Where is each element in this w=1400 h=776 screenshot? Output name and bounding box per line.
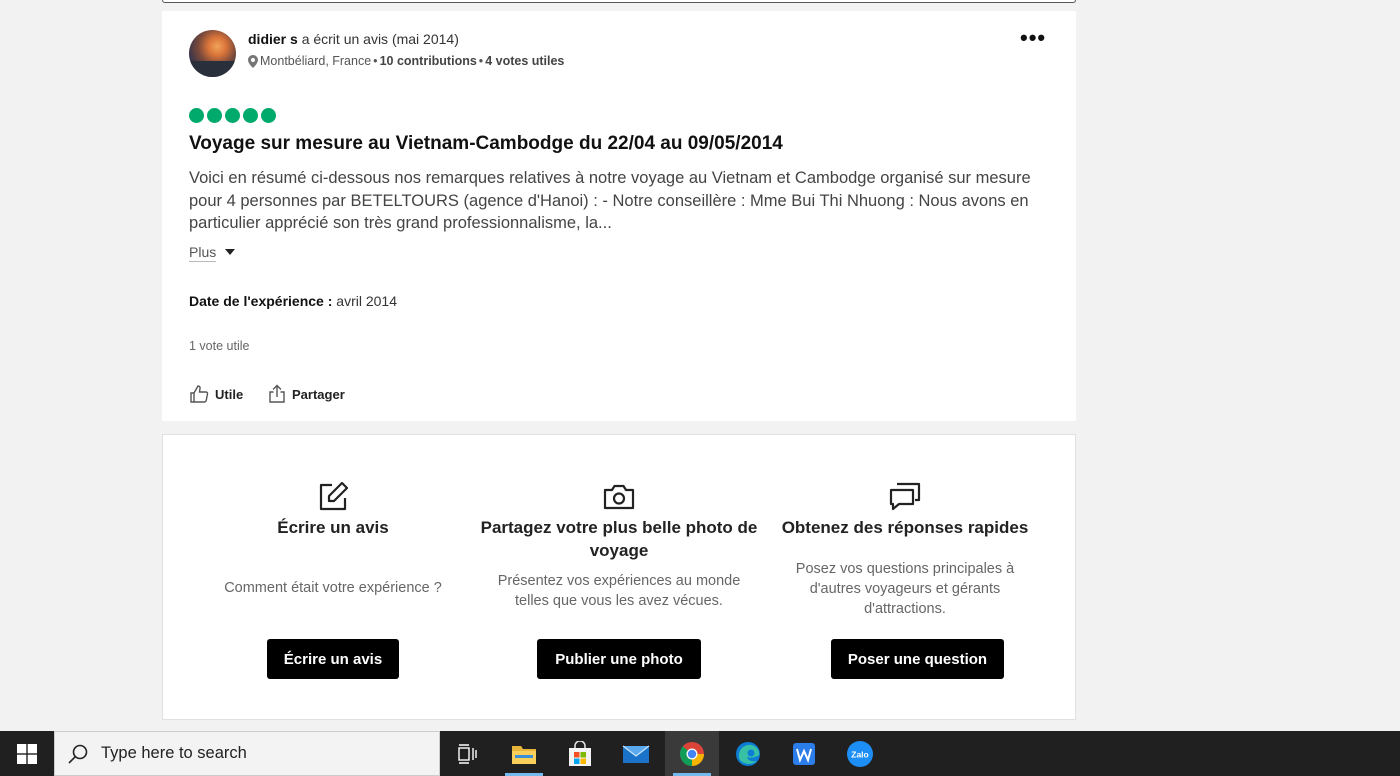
edge-icon[interactable] <box>721 731 775 776</box>
caret-down-icon[interactable] <box>225 249 235 255</box>
contribute-card: Écrire un avis Comment était votre expér… <box>162 434 1076 720</box>
section-description: Comment était votre expérience ? <box>224 580 442 596</box>
file-explorer-icon[interactable] <box>497 731 551 776</box>
share-button[interactable]: Partager <box>268 384 345 404</box>
author-name[interactable]: didier s <box>248 31 298 47</box>
review-card: didier s a écrit un avis (mai 2014) Mont… <box>162 11 1076 421</box>
rating-bubble <box>189 108 204 123</box>
search-icon <box>68 744 88 764</box>
share-button-label: Partager <box>292 386 345 402</box>
write-review-section: Écrire un avis Comment était votre expér… <box>188 435 478 719</box>
chrome-icon[interactable] <box>665 731 719 776</box>
section-title: Écrire un avis <box>277 518 389 537</box>
more-options-icon[interactable]: ••• <box>1020 27 1046 49</box>
review-author-line: didier s a écrit un avis (mai 2014) <box>248 31 459 47</box>
microsoft-store-icon[interactable] <box>553 731 607 776</box>
experience-date-value: avril 2014 <box>336 293 397 309</box>
meta-separator: • <box>373 54 378 68</box>
share-icon <box>269 384 285 403</box>
windows-start-icon[interactable] <box>0 731 54 776</box>
section-title: Obtenez des réponses rapides <box>781 518 1029 537</box>
helpful-votes-count: 1 vote utile <box>189 339 250 353</box>
chat-bubbles-icon <box>889 482 921 511</box>
review-title[interactable]: Voyage sur mesure au Vietnam-Cambodge du… <box>189 133 783 155</box>
rating-bubble <box>225 108 240 123</box>
avatar[interactable] <box>189 30 236 77</box>
rating-bubble <box>207 108 222 123</box>
pencil-square-icon <box>319 481 349 511</box>
taskbar-search-input[interactable]: Type here to search <box>54 731 440 776</box>
location-pin-icon <box>248 54 258 68</box>
experience-date-label: Date de l'expérience : <box>189 293 333 309</box>
windows-taskbar: Type here to search Zalo <box>0 731 1400 776</box>
read-more-link[interactable]: Plus <box>189 244 217 262</box>
section-description: Présentez vos expériences au monde telle… <box>497 573 741 609</box>
mail-icon[interactable] <box>609 731 663 776</box>
author-meta: Montbéliard, France • 10 contributions •… <box>248 54 564 68</box>
zalo-label: Zalo <box>851 749 868 759</box>
windows-logo-icon <box>17 743 37 764</box>
wps-office-icon[interactable] <box>777 731 831 776</box>
previous-card-edge <box>162 0 1076 3</box>
meta-separator: • <box>478 54 484 68</box>
ask-question-button[interactable]: Poser une question <box>831 639 1004 679</box>
author-location: Montbéliard, France <box>260 54 372 68</box>
write-review-button[interactable]: Écrire un avis <box>267 639 399 679</box>
rating-bubbles <box>189 108 276 123</box>
author-action: a écrit un avis (mai 2014) <box>301 31 459 47</box>
section-title: Partagez votre plus belle photo de voyag… <box>480 518 758 560</box>
task-view-icon[interactable] <box>441 731 495 776</box>
post-photo-button[interactable]: Publier une photo <box>537 639 701 679</box>
thumbs-up-icon <box>190 385 209 403</box>
section-description: Posez vos questions principales à d'autr… <box>795 561 1015 617</box>
ask-question-section: Obtenez des réponses rapides Posez vos q… <box>760 435 1050 719</box>
rating-bubble <box>243 108 258 123</box>
author-helpful-votes: 4 votes utiles <box>485 54 565 68</box>
share-photo-section: Partagez votre plus belle photo de voyag… <box>474 435 764 719</box>
search-placeholder: Type here to search <box>101 744 247 762</box>
author-contributions: 10 contributions <box>379 54 477 68</box>
rating-bubble <box>261 108 276 123</box>
helpful-button-label: Utile <box>215 386 244 402</box>
camera-icon <box>603 484 635 510</box>
review-body: Voici en résumé ci-dessous nos remarques… <box>189 169 1031 232</box>
experience-date: Date de l'expérience : avril 2014 <box>189 293 397 309</box>
helpful-button[interactable]: Utile <box>189 384 243 404</box>
zalo-icon[interactable]: Zalo <box>833 731 887 776</box>
